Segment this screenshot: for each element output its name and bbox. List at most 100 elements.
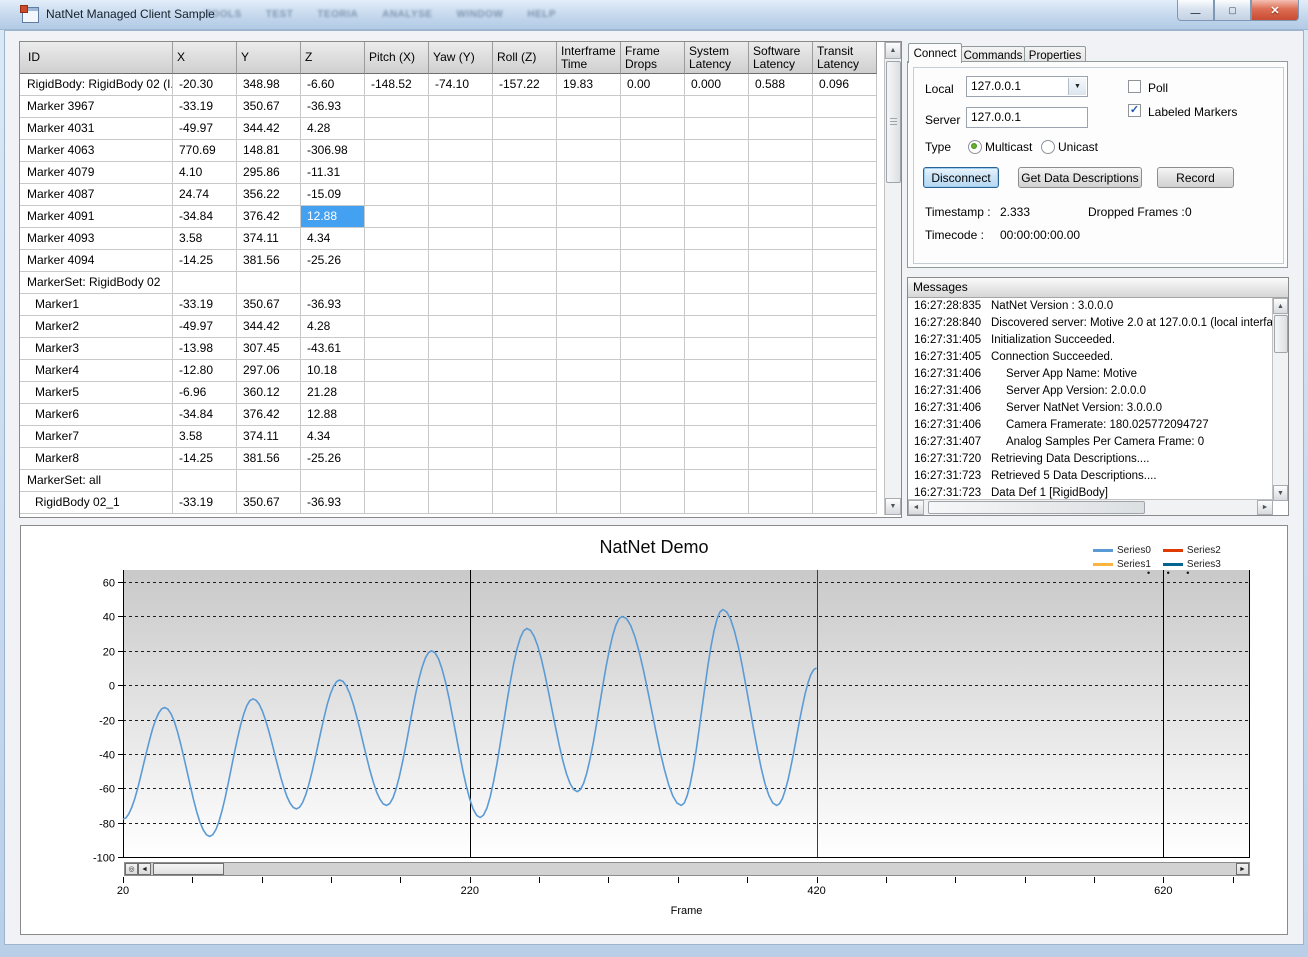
data-cell[interactable]: [813, 294, 877, 316]
data-cell[interactable]: [749, 360, 813, 382]
data-cell[interactable]: 307.45: [237, 338, 301, 360]
data-cell[interactable]: [813, 184, 877, 206]
data-cell[interactable]: [621, 206, 685, 228]
data-cell[interactable]: [621, 382, 685, 404]
data-cell[interactable]: [813, 250, 877, 272]
data-cell[interactable]: [621, 316, 685, 338]
data-cell[interactable]: -6.60: [301, 74, 365, 96]
data-cell[interactable]: [493, 382, 557, 404]
data-cell[interactable]: -13.98: [173, 338, 237, 360]
column-header[interactable]: Pitch (X): [365, 42, 429, 74]
data-cell[interactable]: [429, 162, 493, 184]
close-button[interactable]: ✕: [1251, 0, 1299, 21]
column-header[interactable]: Z: [301, 42, 365, 74]
data-cell[interactable]: -15.09: [301, 184, 365, 206]
data-cell[interactable]: [493, 404, 557, 426]
column-header[interactable]: Roll (Z): [493, 42, 557, 74]
scroll-down-button[interactable]: ▼: [1273, 485, 1288, 501]
data-cell[interactable]: [685, 140, 749, 162]
data-cell[interactable]: [365, 96, 429, 118]
data-cell[interactable]: [749, 338, 813, 360]
row-id-cell[interactable]: Marker2: [20, 316, 173, 338]
scroll-down-button[interactable]: ▼: [885, 498, 901, 515]
scroll-up-button[interactable]: ▲: [1273, 298, 1288, 314]
data-cell[interactable]: -14.25: [173, 448, 237, 470]
data-cell[interactable]: [685, 448, 749, 470]
data-cell[interactable]: 3.58: [173, 426, 237, 448]
data-cell[interactable]: [685, 250, 749, 272]
data-cell[interactable]: [621, 492, 685, 514]
data-cell[interactable]: [749, 118, 813, 140]
data-cell[interactable]: [493, 360, 557, 382]
data-cell[interactable]: [813, 404, 877, 426]
menu-item[interactable]: TOOLS: [205, 9, 242, 20]
data-cell[interactable]: [557, 382, 621, 404]
data-cell[interactable]: -36.93: [301, 492, 365, 514]
data-cell[interactable]: [621, 228, 685, 250]
data-cell[interactable]: [429, 96, 493, 118]
data-cell[interactable]: -36.93: [301, 294, 365, 316]
data-cell[interactable]: [621, 140, 685, 162]
data-cell[interactable]: [813, 382, 877, 404]
data-cell[interactable]: [365, 492, 429, 514]
data-cell[interactable]: -20.30: [173, 74, 237, 96]
data-cell[interactable]: [365, 448, 429, 470]
data-cell[interactable]: [813, 316, 877, 338]
data-cell[interactable]: [365, 118, 429, 140]
data-cell[interactable]: [429, 404, 493, 426]
grid-vertical-scrollbar[interactable]: ▲ ▼: [884, 42, 901, 515]
data-cell[interactable]: [429, 272, 493, 294]
data-cell[interactable]: [429, 492, 493, 514]
data-cell[interactable]: -33.19: [173, 294, 237, 316]
data-cell[interactable]: 3.58: [173, 228, 237, 250]
data-cell[interactable]: [365, 338, 429, 360]
labeled-markers-checkbox[interactable]: ✓: [1128, 104, 1141, 117]
column-header[interactable]: System Latency: [685, 42, 749, 74]
data-cell[interactable]: [813, 228, 877, 250]
data-cell[interactable]: [429, 448, 493, 470]
data-cell[interactable]: [557, 272, 621, 294]
data-cell[interactable]: [557, 162, 621, 184]
data-cell[interactable]: [749, 206, 813, 228]
data-cell[interactable]: [557, 338, 621, 360]
data-cell[interactable]: [237, 470, 301, 492]
data-cell[interactable]: [685, 426, 749, 448]
row-id-cell[interactable]: Marker6: [20, 404, 173, 426]
data-cell[interactable]: [429, 250, 493, 272]
data-cell[interactable]: [813, 338, 877, 360]
data-cell[interactable]: 381.56: [237, 250, 301, 272]
data-cell[interactable]: [365, 272, 429, 294]
data-cell[interactable]: [429, 316, 493, 338]
data-cell[interactable]: [621, 184, 685, 206]
data-cell[interactable]: [557, 184, 621, 206]
data-cell[interactable]: [557, 294, 621, 316]
data-cell[interactable]: [621, 338, 685, 360]
data-cell[interactable]: [621, 118, 685, 140]
data-cell[interactable]: [365, 184, 429, 206]
get-data-descriptions-button[interactable]: Get Data Descriptions: [1018, 167, 1142, 188]
data-cell[interactable]: 4.28: [301, 118, 365, 140]
data-cell[interactable]: [493, 426, 557, 448]
data-cell[interactable]: [493, 250, 557, 272]
data-cell[interactable]: [493, 206, 557, 228]
data-cell[interactable]: [685, 382, 749, 404]
data-cell[interactable]: [749, 184, 813, 206]
data-cell[interactable]: [813, 492, 877, 514]
row-id-cell[interactable]: Marker7: [20, 426, 173, 448]
data-cell[interactable]: [557, 140, 621, 162]
data-cell[interactable]: -49.97: [173, 118, 237, 140]
data-cell[interactable]: [429, 382, 493, 404]
data-cell[interactable]: [557, 426, 621, 448]
data-cell[interactable]: [557, 118, 621, 140]
data-cell[interactable]: 344.42: [237, 118, 301, 140]
data-cell[interactable]: [429, 206, 493, 228]
data-cell[interactable]: [493, 118, 557, 140]
data-cell[interactable]: [621, 250, 685, 272]
data-cell[interactable]: -14.25: [173, 250, 237, 272]
scroll-thumb[interactable]: [928, 501, 1145, 514]
data-cell[interactable]: [557, 492, 621, 514]
data-cell[interactable]: [557, 96, 621, 118]
data-cell[interactable]: [557, 250, 621, 272]
data-cell[interactable]: [493, 294, 557, 316]
data-cell[interactable]: [429, 470, 493, 492]
